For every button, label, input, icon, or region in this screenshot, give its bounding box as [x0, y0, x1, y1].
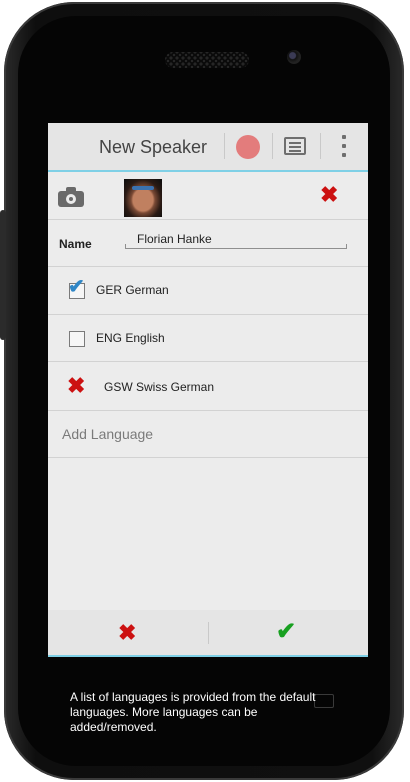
phone-front-camera — [287, 50, 301, 64]
add-language-row[interactable]: Add Language — [48, 411, 368, 458]
confirm-check-icon[interactable]: ✔ — [276, 620, 296, 644]
remove-photo-icon[interactable]: ✖ — [320, 184, 338, 206]
remove-language-icon[interactable]: ✖ — [67, 375, 85, 397]
bottom-bar: ✖ ✔ — [48, 610, 368, 657]
phone-side-button — [0, 210, 6, 340]
checkmark-icon: ✔ — [68, 276, 85, 298]
action-divider — [320, 133, 321, 159]
overflow-menu-icon[interactable] — [342, 135, 346, 159]
speaker-photo[interactable] — [124, 179, 162, 217]
action-divider — [224, 133, 225, 159]
camera-icon[interactable] — [58, 187, 84, 207]
action-bar: New Speaker — [48, 123, 368, 172]
language-row-ger[interactable]: ✔ GER German — [48, 267, 368, 315]
language-checkbox-ger[interactable]: ✔ — [68, 277, 85, 299]
page-title: New Speaker — [99, 137, 208, 157]
language-row-gsw: ✖ GSW Swiss German — [48, 362, 368, 411]
add-language-label[interactable]: Add Language — [62, 426, 153, 442]
name-row: Name Florian Hanke — [48, 220, 368, 267]
name-label: Name — [59, 237, 92, 251]
phone-speaker-grill — [165, 52, 249, 68]
name-input[interactable]: Florian Hanke — [125, 229, 347, 249]
bottom-divider — [208, 622, 209, 644]
language-label-gsw: GSW Swiss German — [104, 380, 215, 394]
record-icon[interactable] — [236, 135, 260, 159]
action-divider — [272, 133, 273, 159]
language-checkbox-eng[interactable] — [69, 331, 85, 347]
language-label-ger: GER German — [96, 283, 169, 297]
photo-row: ✖ — [48, 172, 368, 220]
language-row-eng[interactable]: ENG English — [48, 315, 368, 362]
app-screen: New Speaker ✖ Name Florian Hanke ✔ GER G… — [48, 123, 368, 657]
list-icon[interactable] — [284, 137, 306, 155]
language-label-eng: ENG English — [96, 331, 165, 345]
caption-text: A list of languages is provided from the… — [70, 690, 316, 734]
cancel-icon[interactable]: ✖ — [118, 622, 136, 644]
